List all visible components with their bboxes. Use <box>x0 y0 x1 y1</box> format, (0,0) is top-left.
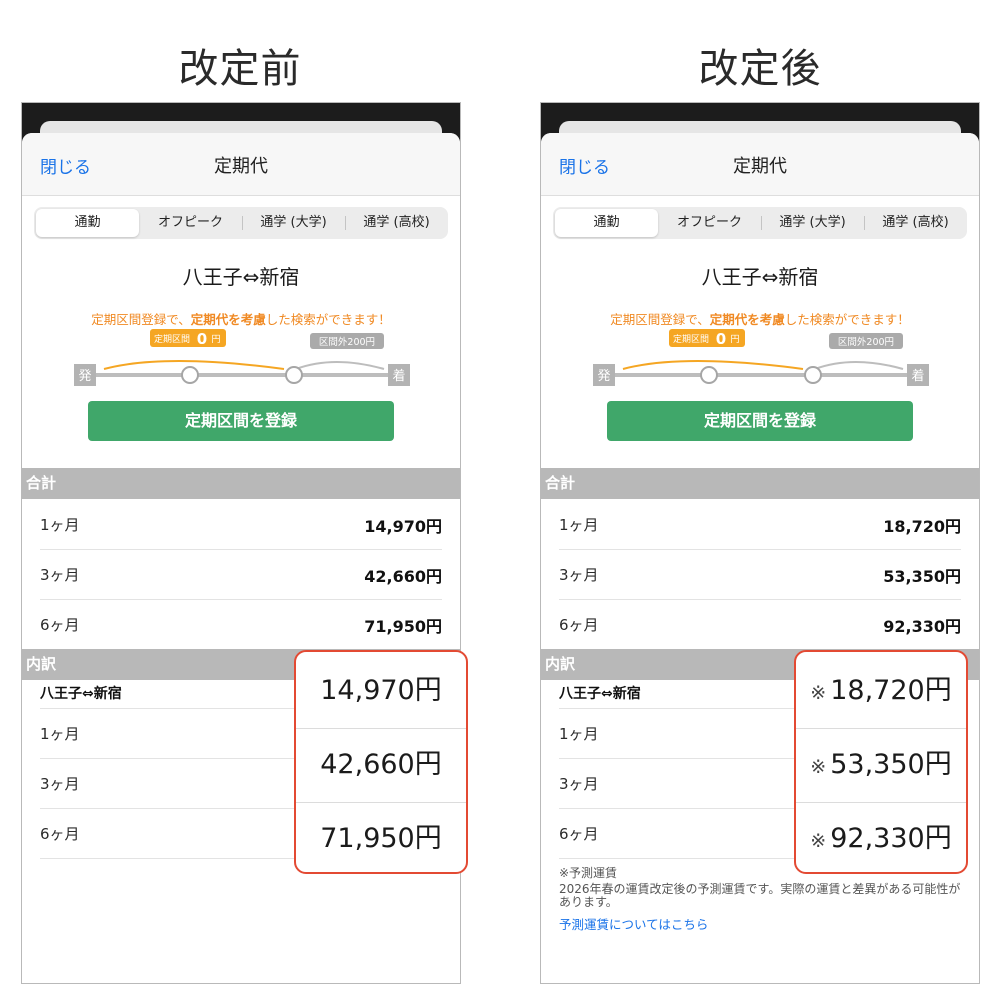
breakdown-row-label: 1ヶ月 <box>40 725 80 743</box>
nav-title: 定期代 <box>214 156 268 177</box>
stop-node <box>285 366 303 384</box>
total-row-value: 53,350円 <box>883 567 961 586</box>
register-section-button[interactable]: 定期区間を登録 <box>88 401 394 441</box>
diagram-start-label: 発 <box>597 369 610 384</box>
badge-in-section-unit: 円 <box>730 334 739 345</box>
badge-in-section-unit: 円 <box>211 334 220 345</box>
promo-text-bold: 定期代を考慮 <box>190 312 266 327</box>
breakdown-value: 14,970円 <box>296 654 466 729</box>
stop-node <box>181 366 199 384</box>
segment-offpeak[interactable]: オフピーク <box>139 209 242 237</box>
forecast-mark: ※ <box>810 756 827 778</box>
breakdown-row-label: 6ヶ月 <box>559 825 599 843</box>
breakdown-value: 18,720円 <box>830 675 952 706</box>
route-title: 八王子⇔新宿 <box>182 265 300 289</box>
after-heading: 改定後 <box>698 46 822 92</box>
segment-offpeak[interactable]: オフピーク <box>658 209 761 237</box>
total-row: 1ヶ月 18,720円 <box>559 499 961 550</box>
segment-commute[interactable]: 通勤 <box>555 209 658 237</box>
total-row: 6ヶ月 71,950円 <box>40 599 442 649</box>
promo-text-pre: 定期区間登録で、 <box>610 312 710 327</box>
commuter-section-diagram: 発 着 定期区間 0 円 区間外200円 <box>74 329 410 386</box>
breakdown-value: 92,330円 <box>830 823 952 854</box>
breakdown-row-label: 3ヶ月 <box>40 775 80 793</box>
total-row-value: 18,720円 <box>883 517 961 536</box>
total-row-label: 6ヶ月 <box>40 616 80 634</box>
promo-text: 定期区間登録で、定期代を考慮した検索ができます！ <box>541 309 979 328</box>
badge-in-section-prefix: 定期区間 <box>673 333 709 345</box>
total-row-value: 71,950円 <box>364 617 442 636</box>
breakdown-value-row: ※ 92,330円 <box>796 802 966 876</box>
breakdown-value: 53,350円 <box>830 749 952 780</box>
breakdown-row-label: 6ヶ月 <box>40 825 80 843</box>
promo-text-pre: 定期区間登録で、 <box>91 312 191 327</box>
segment-student-highschool[interactable]: 通学 (高校) <box>345 209 448 237</box>
total-row-label: 6ヶ月 <box>559 616 599 634</box>
forecast-note-body: 2026年春の運賃改定後の予測運賃です。実際の運賃と差異がある可能性があります。 <box>559 882 961 909</box>
promo-text-bold: 定期代を考慮 <box>709 312 785 327</box>
total-row-label: 1ヶ月 <box>40 516 80 534</box>
total-row: 1ヶ月 14,970円 <box>40 499 442 550</box>
segment-commute[interactable]: 通勤 <box>36 209 139 237</box>
breakdown-value: 71,950円 <box>320 823 442 854</box>
total-row-value: 14,970円 <box>364 517 442 536</box>
total-row: 3ヶ月 53,350円 <box>559 549 961 600</box>
pass-type-segmented-control: 通勤 オフピーク 通学 (大学) 通学 (高校) <box>553 207 967 239</box>
nav-bar: 閉じる 定期代 <box>541 133 979 196</box>
breakdown-value-row: ※ 53,350円 <box>796 728 966 803</box>
segment-student-university[interactable]: 通学 (大学) <box>242 209 345 237</box>
commuter-section-diagram: 発 着 定期区間 0 円 区間外200円 <box>593 329 929 386</box>
promo-text-post: した検索ができます！ <box>784 312 910 327</box>
badge-in-section-prefix: 定期区間 <box>154 333 190 345</box>
stop-node <box>700 366 718 384</box>
promo-text: 定期区間登録で、定期代を考慮した検索ができます！ <box>22 309 460 328</box>
total-row-label: 1ヶ月 <box>559 516 599 534</box>
total-section-header: 合計 <box>22 468 460 499</box>
segment-student-highschool[interactable]: 通学 (高校) <box>864 209 967 237</box>
total-row-value: 42,660円 <box>364 567 442 586</box>
total-row: 3ヶ月 42,660円 <box>40 549 442 600</box>
breakdown-value-row: ※ 18,720円 <box>796 654 966 729</box>
segment-student-university[interactable]: 通学 (大学) <box>761 209 864 237</box>
before-heading: 改定前 <box>178 46 302 92</box>
diagram-end-label: 着 <box>392 368 405 384</box>
diagram-start-label: 発 <box>78 369 91 384</box>
breakdown-row-label: 1ヶ月 <box>559 725 599 743</box>
before-highlight-callout: 14,970円 42,660円 71,950円 <box>294 650 468 874</box>
badge-out-of-section: 区間外200円 <box>838 336 894 348</box>
after-highlight-callout: ※ 18,720円 ※ 53,350円 ※ 92,330円 <box>794 650 968 874</box>
badge-in-section-number: 0 <box>716 330 726 348</box>
forecast-mark: ※ <box>810 682 827 704</box>
total-row-label: 3ヶ月 <box>40 566 80 584</box>
nav-bar: 閉じる 定期代 <box>22 133 460 196</box>
route-title: 八王子⇔新宿 <box>701 265 819 289</box>
total-row: 6ヶ月 92,330円 <box>559 599 961 649</box>
total-section-header: 合計 <box>541 468 979 499</box>
badge-in-section-number: 0 <box>197 330 207 348</box>
breakdown-row-label: 3ヶ月 <box>559 775 599 793</box>
pass-type-segmented-control: 通勤 オフピーク 通学 (大学) 通学 (高校) <box>34 207 448 239</box>
diagram-end-label: 着 <box>911 368 924 384</box>
total-row-label: 3ヶ月 <box>559 566 599 584</box>
nav-title: 定期代 <box>733 156 787 177</box>
stop-node <box>804 366 822 384</box>
forecast-mark: ※ <box>810 830 827 852</box>
register-section-button[interactable]: 定期区間を登録 <box>607 401 913 441</box>
breakdown-value: 42,660円 <box>296 728 466 803</box>
badge-out-of-section: 区間外200円 <box>319 336 375 348</box>
promo-text-post: した検索ができます！ <box>265 312 391 327</box>
forecast-fare-link[interactable]: 予測運賃についてはこちら <box>559 914 708 933</box>
total-row-value: 92,330円 <box>883 617 961 636</box>
